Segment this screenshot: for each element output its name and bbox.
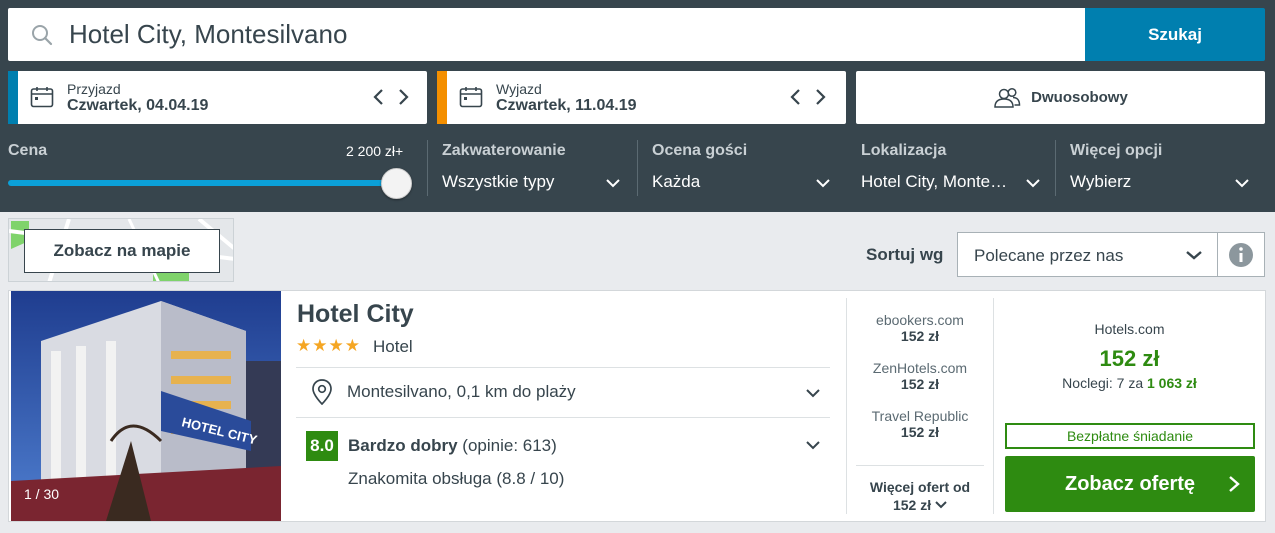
checkout-field[interactable]: Wyjazd Czwartek, 11.04.19	[437, 71, 846, 124]
checkin-label: Przyjazd	[67, 81, 121, 97]
more-offers-label: Więcej ofert od	[869, 479, 971, 495]
more-options-label: Więcej opcji	[1070, 142, 1163, 159]
offer-site: ZenHotels.com	[872, 360, 968, 376]
location-filter-value[interactable]: Hotel City, Monte…	[861, 172, 1007, 192]
rating-score-badge: 8.0	[306, 431, 338, 461]
sort-info-button[interactable]	[1217, 232, 1265, 277]
rating-word: Bardzo dobry	[348, 436, 458, 455]
rating-summary: Bardzo dobry (opinie: 613)	[348, 436, 557, 456]
chevron-down-icon	[1186, 251, 1202, 260]
divider	[296, 367, 830, 368]
star-rating: ★★★★	[296, 336, 361, 355]
best-offer-price: 152 zł	[1099, 346, 1160, 371]
chevron-down-icon[interactable]	[814, 174, 832, 192]
rating-review-count: (opinie: 613)	[462, 436, 557, 455]
checkin-field[interactable]: Przyjazd Czwartek, 04.04.19	[8, 71, 427, 124]
calendar-icon	[30, 87, 54, 108]
chevron-right-icon[interactable]	[394, 86, 412, 108]
more-offers-price: 152 zł	[892, 497, 932, 513]
chevron-down-icon[interactable]	[804, 436, 822, 454]
room-type-label: Dwuosobowy	[1031, 89, 1128, 106]
more-offers-button[interactable]: Więcej ofert od 152 zł	[856, 478, 984, 514]
service-rating: Znakomita obsługa (8.8 / 10)	[348, 469, 565, 488]
sort-select[interactable]: Polecane przez nas	[957, 232, 1218, 277]
chevron-left-icon[interactable]	[370, 86, 388, 108]
offer-price: 152 zł	[900, 376, 940, 392]
offer-price: 152 zł	[900, 424, 940, 440]
best-offer-site: Hotels.com	[1094, 321, 1165, 337]
search-icon	[32, 25, 53, 46]
people-icon	[994, 87, 1021, 108]
checkout-accent	[437, 71, 447, 124]
checkout-label: Wyjazd	[496, 81, 542, 97]
price-slider-handle[interactable]	[381, 168, 412, 199]
location-filter-label: Lokalizacja	[861, 142, 947, 159]
offer-site: ebookers.com	[876, 312, 964, 328]
nights-prefix: Noclegi: 7 za	[1062, 375, 1144, 391]
price-filter-label: Cena	[8, 142, 48, 159]
info-icon	[1229, 242, 1253, 267]
offer-row[interactable]: ebookers.com 152 zł	[846, 312, 994, 344]
checkin-accent	[8, 71, 18, 124]
map-pin-icon	[312, 379, 332, 405]
chevron-right-icon[interactable]	[811, 86, 829, 108]
hotel-location: Montesilvano, 0,1 km do plaży	[347, 382, 576, 401]
accommodation-filter-label: Zakwaterowanie	[442, 142, 566, 159]
nights-total-line: Noclegi: 7 za 1 063 zł	[993, 375, 1266, 391]
free-breakfast-badge: Bezpłatne śniadanie	[1005, 423, 1255, 449]
rating-filter-value[interactable]: Każda	[652, 172, 700, 192]
view-offer-button[interactable]: Zobacz ofertę	[1005, 456, 1255, 512]
view-offer-label: Zobacz ofertę	[1064, 472, 1196, 495]
chevron-down-icon	[935, 501, 947, 509]
search-query: Hotel City, Montesilvano	[69, 19, 348, 49]
sort-label: Sortuj wg	[866, 245, 944, 264]
chevron-left-icon[interactable]	[787, 86, 805, 108]
filter-divider	[637, 140, 638, 196]
accommodation-filter-value[interactable]: Wszystkie typy	[442, 172, 554, 192]
offer-row[interactable]: Travel Republic 152 zł	[846, 408, 994, 440]
price-slider-track[interactable]	[8, 180, 400, 186]
offer-row[interactable]: ZenHotels.com 152 zł	[846, 360, 994, 392]
photo-counter: 1 / 30	[24, 486, 60, 502]
calendar-icon	[459, 87, 483, 108]
more-options-value[interactable]: Wybierz	[1070, 172, 1131, 192]
hotel-name[interactable]: Hotel City	[297, 300, 414, 329]
divider	[856, 465, 984, 466]
search-button[interactable]: Szukaj	[1085, 8, 1265, 61]
divider	[296, 417, 830, 418]
price-max-value: 2 200 zł+	[346, 143, 404, 159]
checkout-value: Czwartek, 11.04.19	[496, 97, 637, 114]
checkin-value: Czwartek, 04.04.19	[67, 97, 209, 114]
search-input[interactable]: Hotel City, Montesilvano	[8, 8, 1085, 61]
offer-price: 152 zł	[900, 328, 940, 344]
offer-site: Travel Republic	[871, 408, 969, 424]
rating-filter-label: Ocena gości	[652, 142, 748, 159]
more-offers-price-line: 152 zł	[856, 496, 984, 514]
chevron-right-icon	[1229, 476, 1240, 492]
hotel-type: Hotel	[373, 337, 413, 356]
filter-divider	[1055, 140, 1056, 196]
sort-value: Polecane przez nas	[974, 246, 1124, 265]
filter-divider	[427, 140, 428, 196]
chevron-down-icon[interactable]	[1233, 174, 1251, 192]
view-map-button[interactable]: Zobacz na mapie	[24, 229, 220, 273]
chevron-down-icon[interactable]	[804, 384, 822, 402]
room-type-selector[interactable]: Dwuosobowy	[856, 71, 1265, 124]
chevron-down-icon[interactable]	[604, 174, 622, 192]
chevron-down-icon[interactable]	[1024, 174, 1042, 192]
nights-total: 1 063 zł	[1147, 375, 1197, 391]
